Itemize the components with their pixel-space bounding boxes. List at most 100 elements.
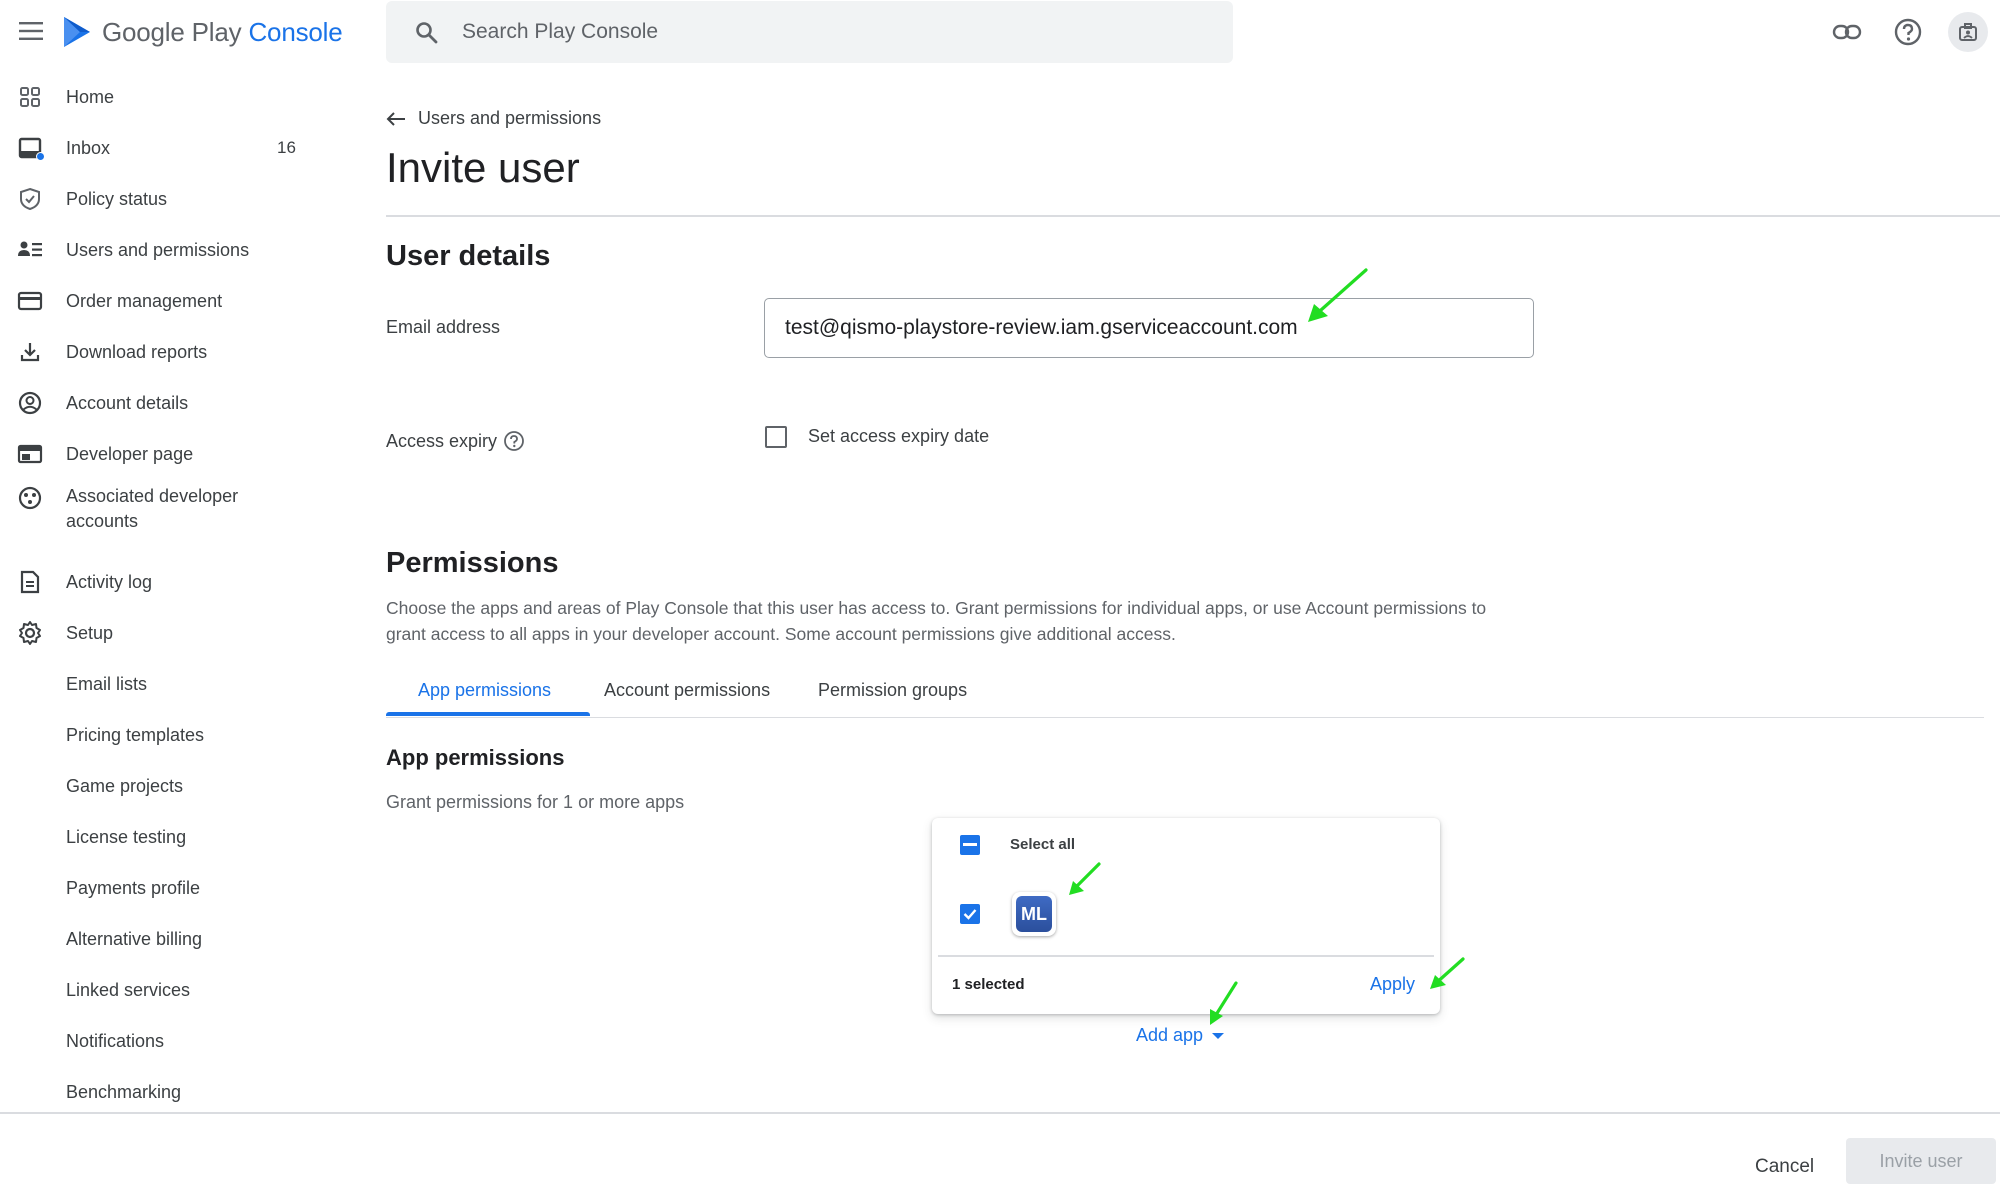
download-icon — [16, 338, 44, 366]
users-icon — [16, 236, 44, 264]
breadcrumb-label: Users and permissions — [418, 108, 602, 128]
logo-text: Google Play Console — [102, 16, 343, 47]
sidebar-item-label: Developer page — [66, 443, 194, 464]
sidebar-item-inbox[interactable]: Inbox 16 — [0, 127, 330, 169]
sidebar-nav: Home Inbox 16 Policy status Users and pe… — [0, 76, 330, 1116]
sidebar-item-pricing-templates[interactable]: Pricing templates — [0, 714, 330, 756]
indeterminate-icon — [963, 843, 977, 846]
access-expiry-label: Access expiry — [386, 430, 525, 452]
sidebar-item-linked-services[interactable]: Linked services — [0, 969, 330, 1011]
sidebar-item-label: Pricing templates — [66, 724, 205, 745]
sidebar-item-label: Order management — [66, 290, 223, 311]
linked-accounts-icon — [16, 484, 44, 512]
unread-dot — [36, 152, 45, 161]
sidebar-item-download-reports[interactable]: Download reports — [0, 331, 330, 373]
play-logo-icon — [64, 17, 90, 47]
invite-user-button[interactable]: Invite user — [1846, 1138, 1996, 1184]
sidebar-item-label: Email lists — [66, 673, 148, 694]
app-select-popup: Select all ML 1 selected Apply — [932, 818, 1440, 1014]
sidebar-item-associated-developer-accounts[interactable]: Associated developer accounts — [0, 484, 330, 536]
sidebar-item-label: Users and permissions — [66, 239, 250, 260]
access-expiry-checkbox[interactable] — [765, 426, 787, 448]
email-field[interactable] — [764, 298, 1534, 358]
sidebar-item-notifications[interactable]: Notifications — [0, 1020, 330, 1062]
caret-down-icon — [1212, 1032, 1225, 1039]
sidebar-item-label: License testing — [66, 826, 187, 847]
checkmark-icon — [963, 909, 977, 920]
app-icon-text: ML — [1016, 896, 1052, 932]
grid-icon — [16, 83, 44, 111]
sidebar-item-label: Notifications — [66, 1030, 165, 1051]
sidebar-item-account-details[interactable]: Account details — [0, 382, 330, 424]
active-tab-indicator — [386, 712, 590, 716]
sidebar-item-users-and-permissions[interactable]: Users and permissions — [0, 229, 330, 271]
access-expiry-checkbox-label: Set access expiry date — [808, 426, 990, 446]
sidebar-item-benchmarking[interactable]: Benchmarking — [0, 1071, 330, 1113]
menu-icon[interactable] — [14, 14, 48, 48]
sidebar-item-label: Download reports — [66, 341, 208, 362]
divider — [386, 215, 2000, 217]
web-page-icon — [16, 440, 44, 468]
sidebar-item-label: Linked services — [66, 979, 191, 1000]
search-icon — [412, 18, 440, 46]
arrow-back-icon — [386, 111, 405, 126]
permission-tabs: App permissions Account permissions Perm… — [386, 672, 1984, 718]
permissions-description: Choose the apps and areas of Play Consol… — [386, 598, 1487, 644]
search-input[interactable] — [462, 20, 1162, 44]
sidebar-item-alternative-billing[interactable]: Alternative billing — [0, 918, 330, 960]
app-permissions-heading: App permissions — [386, 745, 565, 770]
sidebar-item-label: Setup — [66, 622, 114, 643]
tab-account-permissions[interactable]: Account permissions — [604, 680, 770, 701]
cancel-button[interactable]: Cancel — [1755, 1156, 1814, 1178]
sidebar-item-label: Policy status — [66, 188, 168, 209]
sidebar-item-label: Activity log — [66, 571, 153, 592]
sidebar-item-label: Inbox — [66, 137, 111, 158]
play-console-logo[interactable]: Google Play Console — [62, 14, 343, 50]
sidebar-item-developer-page[interactable]: Developer page — [0, 433, 330, 475]
help-circle-icon[interactable] — [503, 430, 525, 452]
app-checkbox[interactable] — [960, 904, 980, 924]
gear-icon — [16, 619, 44, 647]
add-app-button[interactable]: Add app — [1136, 1025, 1225, 1046]
selected-count: 1 selected — [952, 976, 1025, 993]
sidebar-item-label: Associated developer accounts — [66, 486, 239, 531]
search-bar[interactable] — [386, 1, 1233, 63]
sidebar-item-label: Payments profile — [66, 877, 201, 898]
user-details-heading: User details — [386, 240, 551, 272]
sidebar-item-policy-status[interactable]: Policy status — [0, 178, 330, 220]
footer-action-bar: Cancel Invite user — [0, 1112, 2000, 1195]
breadcrumb[interactable]: Users and permissions — [386, 108, 601, 129]
add-app-label: Add app — [1136, 1025, 1204, 1045]
sidebar-item-order-management[interactable]: Order management — [0, 280, 330, 322]
select-all-label: Select all — [1010, 836, 1076, 853]
divider — [938, 955, 1434, 957]
sidebar-item-payments-profile[interactable]: Payments profile — [0, 867, 330, 909]
access-expiry-text: Access expiry — [386, 431, 498, 451]
inbox-count: 16 — [277, 138, 296, 157]
app-permissions-description: Grant permissions for 1 or more apps — [386, 792, 685, 812]
page-title: Invite user — [386, 144, 580, 191]
sidebar-item-license-testing[interactable]: License testing — [0, 816, 330, 858]
sidebar-item-home[interactable]: Home — [0, 76, 330, 118]
help-icon[interactable] — [1890, 14, 1926, 50]
sidebar-item-label: Alternative billing — [66, 928, 203, 949]
tab-permission-groups[interactable]: Permission groups — [818, 680, 967, 701]
sidebar-item-label: Benchmarking — [66, 1081, 182, 1102]
apply-button[interactable]: Apply — [1370, 974, 1415, 995]
account-circle-icon — [16, 389, 44, 417]
credit-card-icon — [16, 287, 44, 315]
tab-app-permissions[interactable]: App permissions — [418, 680, 551, 701]
shield-icon — [16, 185, 44, 213]
select-all-checkbox[interactable] — [960, 835, 980, 855]
sidebar-item-label: Account details — [66, 392, 189, 413]
app-icon[interactable]: ML — [1012, 892, 1056, 936]
account-badge-icon[interactable] — [1948, 12, 1988, 52]
sidebar-item-setup[interactable]: Setup — [0, 612, 330, 654]
sidebar-item-email-lists[interactable]: Email lists — [0, 663, 330, 705]
link-icon[interactable] — [1829, 14, 1865, 50]
document-icon — [16, 568, 44, 596]
sidebar-item-activity-log[interactable]: Activity log — [0, 561, 330, 603]
sidebar-item-game-projects[interactable]: Game projects — [0, 765, 330, 807]
permissions-heading: Permissions — [386, 547, 559, 579]
email-label: Email address — [386, 317, 501, 337]
